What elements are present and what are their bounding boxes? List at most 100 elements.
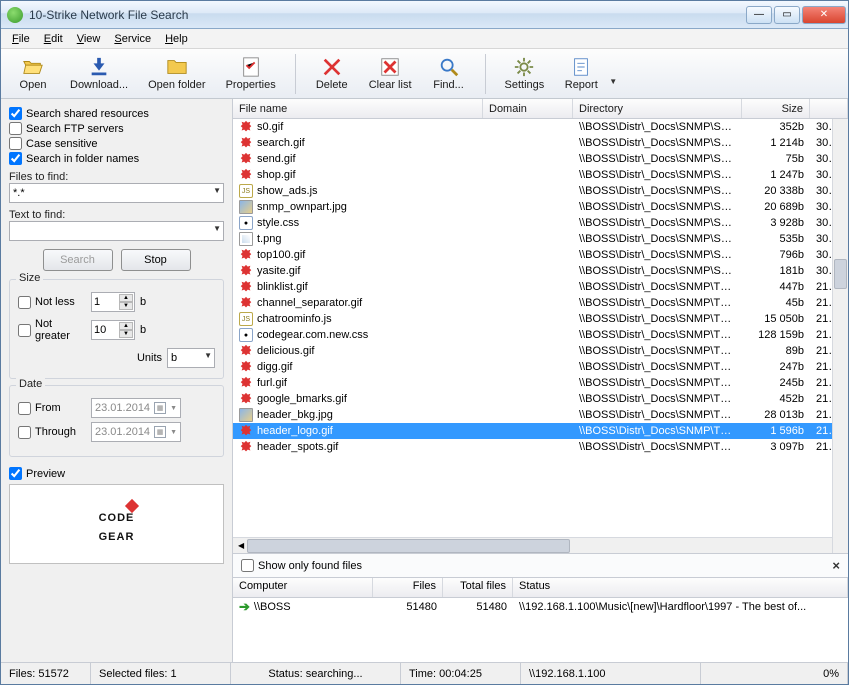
file-row[interactable]: digg.gif\\BOSS\Distr\_Docs\SNMP\Three ..… (233, 359, 848, 375)
file-row[interactable]: JS show_ads.js \\BOSS\Distr\_Docs\SNMP\SNM… (233, 183, 848, 199)
file-dir: \\BOSS\Distr\_Docs\SNMP\SNMP ... (573, 233, 742, 245)
file-row[interactable]: yasite.gif \\BOSS\Distr\_Docs\SNMP\SNMP .… (233, 263, 848, 279)
file-row[interactable]: snmp_ownpart.jpg\\BOSS\Distr\_Docs\SNMP\… (233, 199, 848, 215)
date-from-checkbox[interactable]: From (18, 402, 86, 415)
file-row[interactable]: delicious.gif\\BOSS\Distr\_Docs\SNMP\Thr… (233, 343, 848, 359)
file-dir: \\BOSS\Distr\_Docs\SNMP\SNMP ... (573, 249, 742, 261)
file-name: yasite.gif (257, 265, 300, 277)
file-name: header_logo.gif (257, 425, 333, 437)
text-to-find-input[interactable] (9, 221, 224, 241)
col-files[interactable]: Files (373, 578, 443, 597)
file-row[interactable]: header_spots.gif\\BOSS\Distr\_Docs\SNMP\… (233, 439, 848, 455)
titlebar[interactable]: 10-Strike Network File Search — ▭ ✕ (1, 1, 848, 29)
show-only-found-checkbox[interactable]: Show only found files (241, 559, 362, 572)
date-through-input[interactable]: 23.01.2014▦▼ (91, 422, 181, 442)
file-size: 1 214b (742, 137, 810, 149)
units-select[interactable] (167, 348, 215, 368)
js-icon: JS (239, 312, 253, 326)
file-size: 3 928b (742, 217, 810, 229)
gif-icon (239, 280, 253, 294)
case-sensitive-checkbox[interactable]: Case sensitive (9, 137, 224, 150)
file-row[interactable]: shop.gif\\BOSS\Distr\_Docs\SNMP\SNMP ...… (233, 167, 848, 183)
search-shared-checkbox[interactable]: Search shared resources (9, 107, 224, 120)
js-icon: JS (239, 184, 253, 198)
statusbar: Files: 51572 Selected files: 1 Status: s… (1, 662, 848, 684)
file-row[interactable]: send.gif\\BOSS\Distr\_Docs\SNMP\SNMP ...… (233, 151, 848, 167)
h-scrollbar[interactable]: ◀ ▶ (233, 537, 848, 553)
not-less-input[interactable]: 1▲▼ (91, 292, 135, 312)
file-size: 89b (742, 345, 810, 357)
close-button[interactable]: ✕ (802, 6, 846, 24)
menu-view[interactable]: View (70, 31, 108, 47)
png-icon (239, 232, 253, 246)
search-folders-checkbox[interactable]: Search in folder names (9, 152, 224, 165)
find-button[interactable]: Find... (423, 52, 475, 95)
file-size: 535b (742, 233, 810, 245)
not-greater-input[interactable]: 10▲▼ (91, 320, 135, 340)
file-row[interactable]: JSchatroominfo.js\\BOSS\Distr\_Docs\SNMP… (233, 311, 848, 327)
col-computer[interactable]: Computer (233, 578, 373, 597)
file-name: show_ads.js (257, 185, 318, 197)
v-scrollbar[interactable] (832, 119, 848, 553)
file-row[interactable]: channel_separator.gif\\BOSS\Distr\_Docs\… (233, 295, 848, 311)
file-row[interactable]: blinklist.gif\\BOSS\Distr\_Docs\SNMP\Thr… (233, 279, 848, 295)
file-row[interactable]: top100.gif \\BOSS\Distr\_Docs\SNMP\SNMP .… (233, 247, 848, 263)
file-dir: \\BOSS\Distr\_Docs\SNMP\SNMP ... (573, 121, 742, 133)
minimize-button[interactable]: — (746, 6, 772, 24)
file-size: 75b (742, 153, 810, 165)
close-panel-button[interactable]: × (832, 558, 840, 573)
file-row[interactable]: furl.gif\\BOSS\Distr\_Docs\SNMP\Three ..… (233, 375, 848, 391)
maximize-button[interactable]: ▭ (774, 6, 800, 24)
properties-button[interactable]: Properties (217, 52, 285, 95)
col-filename[interactable]: File name (233, 99, 483, 118)
search-button[interactable]: Search (43, 249, 113, 271)
open-folder-button[interactable]: Open folder (139, 52, 214, 95)
col-date[interactable] (810, 99, 848, 118)
file-row[interactable]: s0.gif\\BOSS\Distr\_Docs\SNMP\SNMP ...35… (233, 119, 848, 135)
preview-checkbox[interactable]: Preview (9, 467, 224, 480)
search-ftp-checkbox[interactable]: Search FTP servers (9, 122, 224, 135)
file-name: header_bkg.jpg (257, 409, 333, 421)
file-row[interactable]: google_bmarks.gif\\BOSS\Distr\_Docs\SNMP… (233, 391, 848, 407)
delete-icon (321, 56, 343, 78)
menu-edit[interactable]: Edit (37, 31, 70, 47)
file-dir: \\BOSS\Distr\_Docs\SNMP\Three ... (573, 361, 742, 373)
computer-row[interactable]: ➔\\BOSS5148051480\\192.168.1.100\Music\[… (233, 598, 848, 616)
file-dir: \\BOSS\Distr\_Docs\SNMP\SNMP ... (573, 217, 742, 229)
not-less-checkbox[interactable]: Not less (18, 296, 86, 309)
col-total[interactable]: Total files (443, 578, 513, 597)
file-row[interactable]: ●style.css\\BOSS\Distr\_Docs\SNMP\SNMP .… (233, 215, 848, 231)
file-name: google_bmarks.gif (257, 393, 347, 405)
file-row[interactable]: header_bkg.jpg\\BOSS\Distr\_Docs\SNMP\Th… (233, 407, 848, 423)
file-dir: \\BOSS\Distr\_Docs\SNMP\SNMP ... (573, 185, 742, 197)
file-row[interactable]: ●codegear.com.new.css\\BOSS\Distr\_Docs\… (233, 327, 848, 343)
file-dir: \\BOSS\Distr\_Docs\SNMP\SNMP ... (573, 265, 742, 277)
menu-help[interactable]: Help (158, 31, 195, 47)
date-from-input[interactable]: 23.01.2014▦▼ (91, 398, 181, 418)
clear-list-button[interactable]: Clear list (360, 52, 421, 95)
menu-file[interactable]: File (5, 31, 37, 47)
report-button[interactable]: Report (555, 52, 607, 95)
not-greater-checkbox[interactable]: Not greater (18, 318, 86, 342)
file-row[interactable]: header_logo.gif\\BOSS\Distr\_Docs\SNMP\T… (233, 423, 848, 439)
file-row[interactable]: t.png\\BOSS\Distr\_Docs\SNMP\SNMP ...535… (233, 231, 848, 247)
col-directory[interactable]: Directory (573, 99, 742, 118)
stop-button[interactable]: Stop (121, 249, 191, 271)
open-button[interactable]: Open (7, 52, 59, 95)
download-button[interactable]: Download... (61, 52, 137, 95)
col-status[interactable]: Status (513, 578, 848, 597)
delete-button[interactable]: Delete (306, 52, 358, 95)
date-through-checkbox[interactable]: Through (18, 426, 86, 439)
col-domain[interactable]: Domain (483, 99, 573, 118)
file-row[interactable]: search.gif\\BOSS\Distr\_Docs\SNMP\SNMP .… (233, 135, 848, 151)
settings-button[interactable]: Settings (496, 52, 554, 95)
file-list: File name Domain Directory Size s0.gif\\… (233, 99, 848, 554)
file-name: top100.gif (257, 249, 305, 261)
col-size[interactable]: Size (742, 99, 810, 118)
files-to-find-input[interactable] (9, 183, 224, 203)
report-dropdown[interactable]: ▼ (609, 61, 619, 86)
file-size: 796b (742, 249, 810, 261)
size-group: Size Not less 1▲▼ b Not greater 10▲▼ b U… (9, 279, 224, 379)
file-size: 181b (742, 265, 810, 277)
menu-service[interactable]: Service (107, 31, 158, 47)
